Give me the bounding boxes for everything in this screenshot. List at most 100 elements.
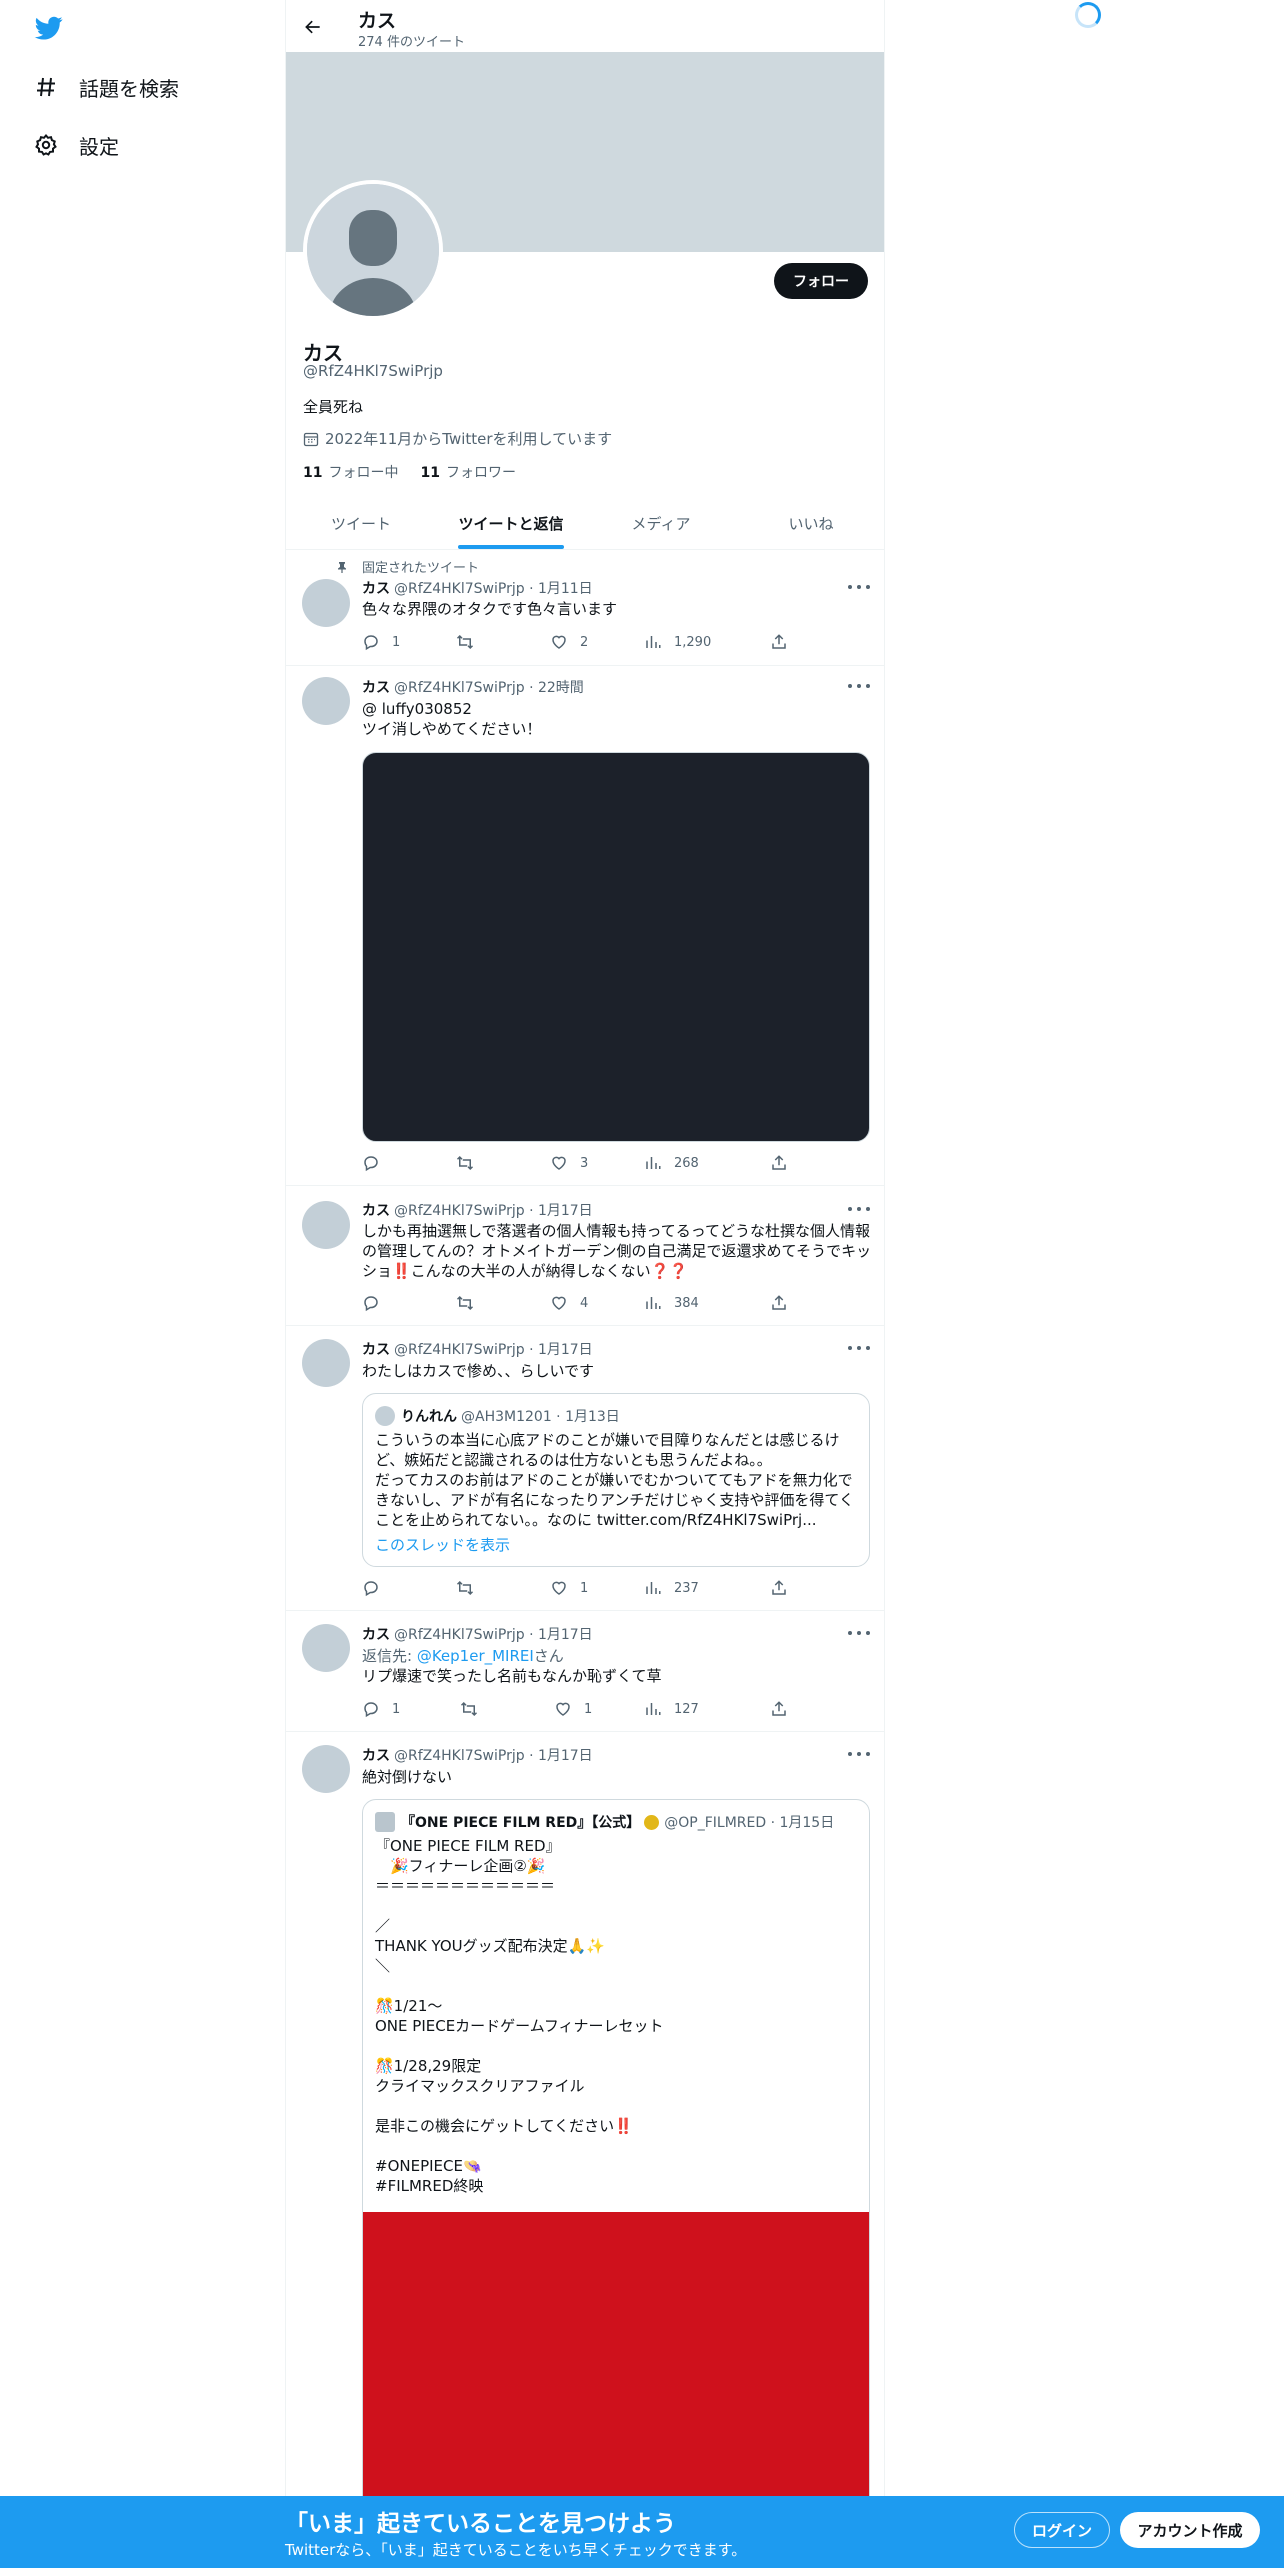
quoted-tweet[interactable]: 『ONE PIECE FILM RED』【公式】 @OP_FILMRED · 1月… (362, 1799, 870, 2500)
more-icon[interactable] (848, 1626, 870, 1640)
tweet-text: しかも再抽選無しで落選者の個人情報も持ってるってどうな杜撰な個人情報の管理してん… (362, 1222, 872, 1280)
retweet-button[interactable] (456, 1579, 486, 1597)
share-icon (772, 1155, 786, 1170)
views-button[interactable]: 384 (644, 1294, 699, 1312)
like-button[interactable]: 4 (550, 1294, 588, 1312)
tab-tweets[interactable]: ツイート (286, 497, 436, 549)
tweet-item[interactable]: 固定されたツイート カス @RfZ4HKl7SwiPrjp · 1月11日 色々な… (286, 551, 884, 666)
tweet-meta[interactable]: @RfZ4HKl7SwiPrjp · 22時間 (394, 680, 584, 696)
more-icon[interactable] (848, 1747, 870, 1761)
views-button[interactable]: 127 (644, 1700, 699, 1718)
tweet-header: カス @RfZ4HKl7SwiPrjp · 1月17日 (362, 1745, 593, 1765)
tweet-item[interactable]: カス @RfZ4HKl7SwiPrjp · 1月17日 しかも再抽選無しで落選者の… (286, 1187, 884, 1326)
views-count: 127 (674, 1701, 699, 1717)
tweet-author-name[interactable]: カス (362, 1342, 390, 1358)
tweet-author-name[interactable]: カス (362, 1627, 390, 1643)
show-thread-link[interactable]: このスレッドを表示 (375, 1534, 510, 1555)
tab-likes[interactable]: いいね (736, 497, 884, 549)
tweet-item[interactable]: カス @RfZ4HKl7SwiPrjp · 1月17日 絶対倒けない 『ONE P… (286, 1733, 884, 2500)
tweet-avatar[interactable] (302, 579, 350, 627)
reply-button[interactable] (362, 1294, 392, 1312)
signup-prompt-subtitle: Twitterなら、「いま」起きていることをいち早くチェックできます。 (285, 2541, 747, 2559)
tweet-avatar[interactable] (302, 1201, 350, 1249)
retweet-button[interactable] (456, 1154, 486, 1172)
retweet-icon (460, 1701, 478, 1717)
login-button[interactable]: ログイン (1014, 2512, 1110, 2548)
like-count: 4 (580, 1295, 589, 1311)
followers-count: 11 (420, 465, 440, 481)
tweet-meta[interactable]: @RfZ4HKl7SwiPrjp · 1月17日 (394, 1342, 593, 1358)
nav-settings[interactable]: 設定 (33, 125, 119, 165)
tweet-header: カス @RfZ4HKl7SwiPrjp · 1月17日 (362, 1624, 593, 1644)
tweet-avatar[interactable] (302, 1624, 350, 1672)
tweet-item[interactable]: カス @RfZ4HKl7SwiPrjp · 1月17日 わたしはカスで惨め、、らし… (286, 1327, 884, 1611)
quoted-avatar (375, 1812, 395, 1832)
profile-tabs: ツイート ツイートと返信 メディア いいね (286, 497, 884, 550)
reply-suffix: さん (533, 1647, 564, 1665)
like-button[interactable]: 1 (550, 1579, 588, 1597)
tweet-text: リプ爆速で笑ったし名前もなんか恥ずくて草 (362, 1667, 662, 1685)
reply-button[interactable]: 1 (362, 1700, 400, 1718)
share-button[interactable] (770, 1154, 800, 1172)
reply-button[interactable] (362, 1579, 392, 1597)
follow-button[interactable]: フォロー (774, 263, 868, 299)
views-icon (646, 1157, 661, 1169)
tweet-avatar[interactable] (302, 677, 350, 725)
profile-avatar[interactable] (303, 180, 443, 320)
like-button[interactable]: 1 (554, 1700, 592, 1718)
more-icon[interactable] (848, 1202, 870, 1216)
nav-settings-label: 設定 (79, 134, 119, 159)
share-button[interactable] (770, 1294, 800, 1312)
reply-to-link[interactable]: @Kep1er_MIREI (417, 1647, 534, 1665)
retweet-button[interactable] (456, 1294, 486, 1312)
tweet-item[interactable]: カス @RfZ4HKl7SwiPrjp · 22時間 @ luffy030852 … (286, 667, 884, 1186)
retweet-button[interactable] (456, 633, 486, 651)
tab-tweets-and-replies[interactable]: ツイートと返信 (436, 497, 586, 549)
following-link[interactable]: 11 フォロー中 (303, 462, 398, 482)
reply-context: 返信先: @Kep1er_MIREIさん (362, 1645, 564, 1666)
tweet-meta[interactable]: @RfZ4HKl7SwiPrjp · 1月17日 (394, 1748, 593, 1764)
followers-link[interactable]: 11 フォロワー (420, 462, 515, 482)
tweet-author-name[interactable]: カス (362, 1748, 390, 1764)
reply-button[interactable]: 1 (362, 633, 400, 651)
views-icon (646, 1297, 661, 1309)
pin-icon (338, 561, 346, 573)
reply-count: 1 (392, 634, 401, 650)
tweet-meta[interactable]: @RfZ4HKl7SwiPrjp · 1月17日 (394, 1203, 593, 1219)
views-button[interactable]: 268 (644, 1154, 699, 1172)
tweet-avatar[interactable] (302, 1339, 350, 1387)
nav-explore[interactable]: 話題を検索 (33, 67, 179, 107)
more-icon[interactable] (848, 679, 870, 693)
tweet-author-name[interactable]: カス (362, 1203, 390, 1219)
quoted-media[interactable] (363, 2212, 869, 2500)
twitter-logo-icon[interactable] (33, 14, 65, 42)
tab-media[interactable]: メディア (586, 497, 736, 549)
views-button[interactable]: 1,290 (644, 633, 711, 651)
more-icon[interactable] (848, 1341, 870, 1355)
signup-button[interactable]: アカウント作成 (1120, 2512, 1260, 2548)
tweet-avatar[interactable] (302, 1745, 350, 1793)
tweet-actions: 1 237 (362, 1579, 802, 1599)
tweet-header: カス @RfZ4HKl7SwiPrjp · 1月17日 (362, 1339, 593, 1359)
more-icon[interactable] (848, 580, 870, 594)
reply-icon (364, 635, 378, 651)
quoted-tweet[interactable]: りんれん @AH3M1201 · 1月13日 こういうの本当に心底アドのことが嫌い… (362, 1393, 870, 1567)
reply-icon (364, 1702, 378, 1718)
tweet-item[interactable]: カス @RfZ4HKl7SwiPrjp · 1月17日 返信先: @Kep1er_… (286, 1612, 884, 1732)
share-button[interactable] (770, 1700, 800, 1718)
retweet-button[interactable] (460, 1700, 490, 1718)
tweet-media[interactable] (362, 752, 870, 1142)
like-button[interactable]: 3 (550, 1154, 588, 1172)
reply-button[interactable] (362, 1154, 392, 1172)
tweet-meta[interactable]: @RfZ4HKl7SwiPrjp · 1月17日 (394, 1627, 593, 1643)
share-button[interactable] (770, 1579, 800, 1597)
like-button[interactable]: 2 (550, 633, 588, 651)
tweet-text: 絶対倒けない (362, 1768, 453, 1786)
back-arrow-icon (305, 20, 320, 34)
back-button[interactable] (298, 12, 328, 42)
tweet-author-name[interactable]: カス (362, 581, 390, 597)
tweet-meta[interactable]: @RfZ4HKl7SwiPrjp · 1月11日 (394, 581, 593, 597)
views-button[interactable]: 237 (644, 1579, 699, 1597)
share-button[interactable] (770, 633, 800, 651)
tweet-author-name[interactable]: カス (362, 680, 390, 696)
